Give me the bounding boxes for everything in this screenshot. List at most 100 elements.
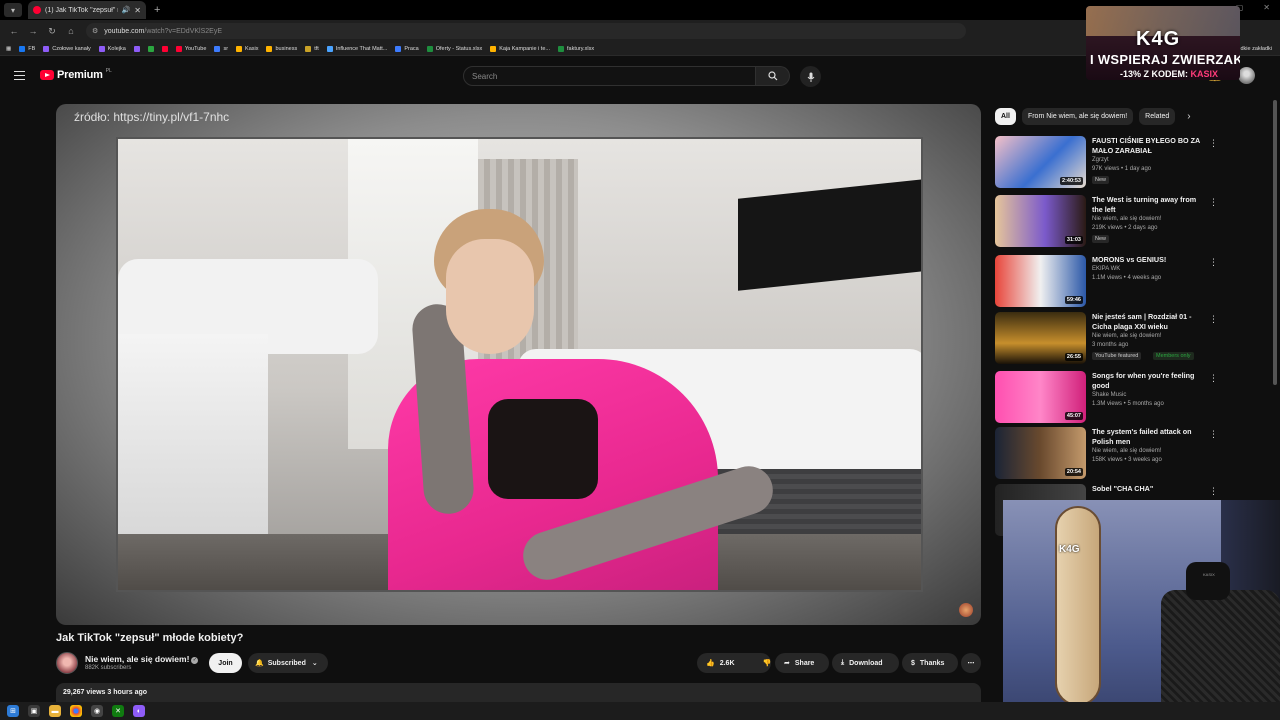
bookmark-item[interactable] (161, 45, 168, 52)
recommendation-channel[interactable]: Nie wiem, ale się dowiem! (1092, 333, 1161, 339)
bookmark-item[interactable]: Kasix (236, 45, 259, 52)
recommendation-item[interactable]: 20:54 The system's failed attack on Polis… (995, 427, 1220, 480)
subscribed-label: Subscribed (267, 659, 306, 667)
tab-close-icon[interactable]: ✕ (134, 6, 141, 15)
menu-icon[interactable] (14, 71, 25, 80)
duration-badge: 45:07 (1064, 412, 1083, 420)
other-bookmarks[interactable]: dkie zakładki (1241, 46, 1273, 52)
bookmark-label: Oferty - Status.xlsx (435, 45, 483, 52)
recommendation-item[interactable]: 2:40:53 FAUSTI CIŚNIE BYŁEGO BO ZA MAŁO Z… (995, 136, 1220, 189)
recommendation-item[interactable]: 31:03 The West is turning away from the l… (995, 195, 1220, 248)
account-avatar[interactable] (1238, 67, 1255, 84)
chevron-down-icon: ⌄ (311, 660, 318, 667)
video-thumbnail[interactable]: 59:46 (995, 255, 1086, 307)
site-info-icon[interactable]: ⚙ (92, 27, 98, 35)
bookmark-favicon-icon (19, 45, 26, 52)
bookmark-item[interactable]: Influence That Matt... (326, 45, 387, 52)
video-thumbnail[interactable]: 45:07 (995, 371, 1086, 423)
recommendation-title[interactable]: Nie jesteś sam | Rozdział 01 - Cicha pla… (1092, 312, 1202, 332)
bookmark-item[interactable]: Praca (395, 45, 419, 52)
share-button[interactable]: ➦ Share (775, 653, 829, 673)
windows-start-icon[interactable]: ⊞ (7, 705, 19, 717)
recommendation-title[interactable]: FAUSTI CIŚNIE BYŁEGO BO ZA MAŁO ZARABIAŁ (1092, 136, 1202, 156)
url-field[interactable]: ⚙ youtube.com/watch?v=EDdVKlS2EyE (86, 23, 966, 39)
recommendation-channel[interactable]: Zgrzyt (1092, 157, 1109, 163)
bookmark-item[interactable]: tft (305, 45, 319, 52)
recommendation-badge: YouTube featured (1092, 352, 1142, 360)
search-input[interactable]: Search (463, 66, 756, 86)
chevron-right-icon[interactable]: › (1187, 111, 1190, 122)
video-thumbnail[interactable]: 2:40:53 (995, 136, 1086, 188)
tab-search-icon[interactable]: ▾ (4, 3, 22, 17)
bookmark-item[interactable]: Oferty - Status.xlsx (426, 45, 483, 52)
recommendation-title[interactable]: The West is turning away from the left (1092, 195, 1202, 215)
recommendation-channel[interactable]: Shake Music (1092, 392, 1126, 398)
recommendation-title[interactable]: Sobel "CHA CHA" (1092, 484, 1202, 494)
filter-chip[interactable]: Related (1139, 108, 1176, 125)
bookmark-item[interactable]: Czołowe kanały (43, 45, 91, 52)
voice-search-button[interactable] (800, 66, 821, 87)
video-thumbnail[interactable]: 31:03 (995, 195, 1086, 247)
recommendation-title[interactable]: MORONS vs GENIUS! (1092, 255, 1202, 265)
recommendation-item[interactable]: 26:55 Nie jesteś sam | Rozdział 01 - Cich… (995, 312, 1220, 365)
recommendation-title[interactable]: The system's failed attack on Polish men (1092, 427, 1202, 447)
filter-chip[interactable]: From Nie wiem, ale się dowiem! (1021, 108, 1134, 125)
xbox-icon[interactable]: ✕ (112, 705, 124, 717)
bookmark-item[interactable]: Kolejka (98, 45, 126, 52)
bookmark-item[interactable]: business (266, 45, 297, 52)
recommendation-channel[interactable]: EKIPA WK (1092, 266, 1120, 272)
recommendation-item[interactable]: 45:07 Songs for when you're feeling good S… (995, 371, 1220, 424)
like-button[interactable]: 👍 2.6K (697, 653, 744, 673)
channel-name[interactable]: Nie wiem, ale się dowiem! ✓ (85, 654, 199, 664)
download-button[interactable]: ⤓ Download (832, 653, 899, 673)
more-vertical-icon[interactable]: ⋮ (1209, 429, 1218, 440)
more-vertical-icon[interactable]: ⋮ (1209, 486, 1218, 497)
bookmark-item[interactable] (147, 45, 154, 52)
recommendation-item[interactable]: 59:46 MORONS vs GENIUS! EKIPA WK 1.1M views… (995, 255, 1220, 308)
webcam-label: KASIX (1203, 572, 1215, 577)
bookmark-item[interactable]: Kaja Kampanie i te... (490, 45, 550, 52)
video-player[interactable]: źródło: https://tiny.pl/vf1-7nhc (56, 104, 981, 625)
more-vertical-icon[interactable]: ⋮ (1209, 314, 1218, 325)
new-tab-icon[interactable]: + (154, 4, 160, 16)
recommendation-channel[interactable]: Nie wiem, ale się dowiem! (1092, 448, 1161, 454)
subscribed-button[interactable]: 🔔 Subscribed ⌄ (248, 653, 328, 673)
file-explorer-icon[interactable]: ▬ (49, 705, 61, 717)
bookmark-item[interactable] (133, 45, 140, 52)
page-scrollbar[interactable] (1273, 100, 1277, 385)
home-icon[interactable]: ⌂ (66, 26, 76, 36)
search-button[interactable] (756, 66, 790, 86)
bookmark-item[interactable]: YouTube (175, 45, 206, 52)
more-vertical-icon[interactable]: ⋮ (1209, 257, 1218, 268)
join-button[interactable]: Join (209, 653, 242, 673)
messenger-icon[interactable]: ◐ (133, 705, 145, 717)
bookmark-label: Kasix (245, 45, 259, 52)
recommendation-title[interactable]: Songs for when you're feeling good (1092, 371, 1202, 391)
video-thumbnail[interactable]: 20:54 (995, 427, 1086, 479)
obs-icon[interactable]: ◉ (91, 705, 103, 717)
bookmark-item[interactable]: sr (214, 45, 228, 52)
thanks-button[interactable]: $ Thanks (902, 653, 958, 673)
task-view-icon[interactable]: ▣ (28, 705, 40, 717)
back-icon[interactable]: ← (9, 26, 19, 36)
reload-icon[interactable]: ↻ (47, 26, 57, 37)
bookmark-item[interactable]: FB (19, 45, 35, 52)
close-window-icon[interactable]: ✕ (1263, 3, 1270, 12)
forward-icon[interactable]: → (28, 26, 38, 36)
more-vertical-icon[interactable]: ⋮ (1209, 138, 1218, 149)
channel-watermark-icon[interactable] (959, 603, 973, 617)
video-thumbnail[interactable]: 26:55 (995, 312, 1086, 364)
more-vertical-icon[interactable]: ⋮ (1209, 373, 1218, 384)
bookmark-item[interactable]: faktury.xlsx (557, 45, 594, 52)
more-actions-button[interactable]: ⋯ (961, 653, 981, 673)
channel-avatar[interactable] (56, 652, 78, 674)
filter-chip[interactable]: All (995, 108, 1016, 125)
apps-icon[interactable]: ▦ (6, 46, 11, 52)
recommendation-channel[interactable]: Nie wiem, ale się dowiem! (1092, 216, 1161, 222)
video-frame (116, 137, 923, 592)
youtube-premium-logo[interactable]: Premium PL (40, 68, 112, 81)
browser-tab-active[interactable]: (1) Jak TikTok "zepsuł" młode kobiety? 🔊… (28, 1, 146, 19)
speaker-icon[interactable]: 🔊 (122, 6, 131, 14)
more-vertical-icon[interactable]: ⋮ (1209, 197, 1218, 208)
chrome-icon[interactable] (70, 705, 82, 717)
